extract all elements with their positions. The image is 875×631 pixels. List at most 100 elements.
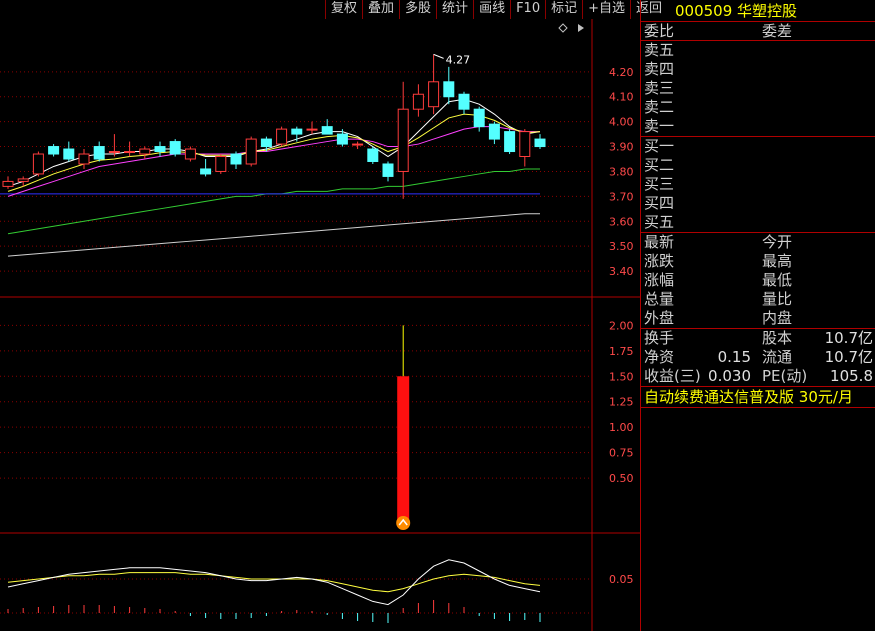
toolbar-button[interactable]: 多股 — [399, 0, 437, 19]
candle-body — [276, 128, 288, 145]
candle-body — [291, 128, 303, 135]
stock-code: 000509 — [675, 2, 733, 20]
sell-level-row: 卖一 — [641, 117, 875, 136]
order-ratio-row: 委比 委差 — [641, 22, 875, 41]
toolbar-button[interactable]: 复权 — [325, 0, 363, 19]
candle-body — [428, 81, 440, 108]
price-tick-label: 3.70 — [609, 190, 634, 203]
fundamentals: 换手 股本 10.7亿 净资 0.15 流通 10.7亿 收益(三) 0.030 PE(动) 105… — [641, 329, 875, 387]
fund-value: 0.030 — [708, 367, 751, 385]
buy-level-label: 买一 — [644, 137, 675, 155]
osc-signal-line — [7, 572, 541, 593]
candle-body — [352, 143, 364, 146]
fund-row: 收益(三) 0.030 PE(动) 105.8 — [641, 367, 875, 386]
sell-level-label: 卖二 — [644, 98, 675, 116]
quote-label: 最新 — [644, 233, 675, 251]
ma20-line — [7, 168, 540, 235]
sell-level-row: 卖三 — [641, 79, 875, 98]
buy-level-row: 买二 — [641, 156, 875, 175]
candle-body — [63, 148, 75, 160]
quote-row: 涨跌 最高 — [641, 252, 875, 271]
price-tick-label: 3.40 — [609, 265, 634, 278]
candle-body — [245, 138, 257, 165]
candle-body — [78, 153, 90, 165]
buy-level-label: 买四 — [644, 194, 675, 212]
fund-label: 净资 — [644, 348, 675, 366]
chart-toolbar: 复权 叠加 多股 统计 画线 F10 标记 +自选 返回 — [325, 0, 668, 19]
sell-level-label: 卖三 — [644, 79, 675, 97]
sell-level-row: 卖五 — [641, 41, 875, 60]
quote-row: 涨幅 最低 — [641, 271, 875, 290]
fund-label: 收益(三) — [644, 367, 701, 385]
candle-body — [397, 108, 409, 172]
toolbar-button[interactable]: +自选 — [582, 0, 631, 19]
kline-chart-svg[interactable]: 4.20 4.10 4.00 3.90 3.80 3.70 3.60 3.50 3.40 4.27… — [0, 19, 640, 631]
osc-tick-label: 0.05 — [609, 573, 634, 586]
candle-body — [412, 93, 424, 110]
fund-value: 10.7亿 — [824, 329, 873, 347]
indicator-bar — [397, 376, 410, 521]
candle-body — [108, 151, 120, 154]
candle-body — [215, 156, 227, 172]
candle-body — [458, 93, 470, 110]
fund-row: 换手 股本 10.7亿 — [641, 329, 875, 348]
play-icon — [578, 24, 584, 32]
stock-title: 000509 华塑控股 — [641, 0, 875, 22]
quote-label: 涨跌 — [644, 252, 675, 270]
sell-level-row: 卖四 — [641, 60, 875, 79]
quote-label: 最高 — [762, 252, 793, 270]
buy-level-row: 买四 — [641, 194, 875, 213]
indicator-tick-label: 1.50 — [609, 370, 634, 383]
indicator-tick-label: 1.25 — [609, 396, 634, 409]
buy-levels: 买一 买二 买三 买四 买五 — [641, 137, 875, 233]
fund-label: 换手 — [644, 329, 675, 347]
toolbar-button[interactable]: 统计 — [436, 0, 474, 19]
sell-level-label: 卖四 — [644, 60, 675, 78]
toolbar-button[interactable]: 画线 — [473, 0, 511, 19]
candle-body — [473, 108, 485, 128]
fund-value: 105.8 — [830, 367, 873, 385]
chart-area[interactable]: 4.20 4.10 4.00 3.90 3.80 3.70 3.60 3.50 3.40 4.27… — [0, 19, 640, 631]
toolbar-button[interactable]: 标记 — [545, 0, 583, 19]
toolbar-button[interactable]: 叠加 — [362, 0, 400, 19]
candle-body — [139, 148, 151, 155]
indicator-tick-label: 1.00 — [609, 421, 634, 434]
candle-body — [184, 148, 196, 160]
sell-level-label: 卖一 — [644, 117, 675, 135]
quote-panel: 000509 华塑控股 委比 委差 卖五 卖四 卖三 卖二 卖一 买一 买二 买三 买四 买五 … — [640, 0, 875, 631]
candle-body — [230, 153, 242, 165]
quote-label: 涨幅 — [644, 271, 675, 289]
buy-level-row: 买三 — [641, 175, 875, 194]
sell-level-row: 卖二 — [641, 98, 875, 117]
candle-body — [382, 163, 394, 177]
subscription-ad[interactable]: 自动续费通达信普及版 30元/月 — [641, 387, 875, 408]
quote-label: 量比 — [762, 290, 793, 308]
candle-body — [534, 138, 546, 148]
ma-mid-line — [7, 113, 541, 192]
ma5-line — [7, 98, 541, 187]
order-ratio-label: 委比 — [644, 22, 675, 40]
candle-body — [93, 146, 105, 160]
stock-name: 华塑控股 — [737, 2, 798, 20]
price-tick-label: 3.60 — [609, 215, 634, 228]
diamond-icon — [558, 23, 568, 33]
candle-body — [306, 128, 318, 131]
price-tick-label: 3.90 — [609, 141, 634, 154]
indicator-tick-label: 2.00 — [609, 319, 634, 332]
candle-body — [2, 180, 14, 187]
candle-body — [488, 123, 500, 140]
fund-label: 流通 — [762, 348, 793, 366]
price-tick-label: 3.80 — [609, 165, 634, 178]
quote-row: 总量 量比 — [641, 290, 875, 309]
candle-body — [169, 141, 181, 155]
fund-label: 股本 — [762, 329, 793, 347]
price-tick-label: 4.10 — [609, 91, 634, 104]
candle-body — [17, 178, 29, 182]
candle-body — [321, 126, 333, 135]
candle-body — [367, 148, 379, 162]
price-tick-label: 3.50 — [609, 240, 634, 253]
price-tick-label: 4.20 — [609, 66, 634, 79]
quote-row: 外盘 内盘 — [641, 309, 875, 328]
toolbar-button[interactable]: F10 — [510, 0, 546, 19]
ad-price: 30元/月 — [798, 388, 853, 406]
